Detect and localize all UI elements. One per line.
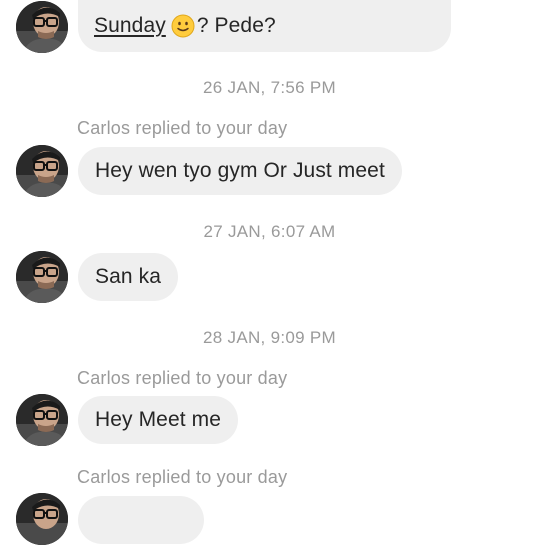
message-bubble[interactable]: San ka [78,253,178,301]
contact-avatar[interactable] [16,145,68,197]
message-text: San ka [95,265,161,288]
story-reply-note: Carlos replied to your day [77,467,288,487]
smiling-face-emoji-icon [171,14,195,38]
message-thread: Sunday ? Pede? 26 JAN, 7:56 PM Carlos re… [0,0,539,545]
contact-avatar[interactable] [16,493,68,545]
timestamp: 27 JAN, 6:07 AM [203,222,336,241]
story-reply-note: Carlos replied to your day [77,368,288,388]
timestamp: 26 JAN, 7:56 PM [202,78,336,97]
message-text: Hey Meet me [95,408,221,431]
timestamp: 28 JAN, 9:09 PM [202,328,336,347]
contact-avatar[interactable] [16,251,68,303]
message-bubble[interactable] [78,496,204,544]
story-reply-note: Carlos replied to your day [77,118,288,138]
contact-avatar[interactable] [16,394,68,446]
contact-avatar[interactable] [16,1,68,53]
message-text: Hey wen tyo gym Or Just meet [95,159,385,182]
message-link[interactable]: Sunday [94,14,166,38]
message-text: ? Pede? [196,14,276,37]
message-bubble[interactable]: Hey Meet me [78,396,238,444]
message-bubble[interactable]: Sunday ? Pede? [78,0,451,52]
message-bubble[interactable]: Hey wen tyo gym Or Just meet [78,147,402,195]
